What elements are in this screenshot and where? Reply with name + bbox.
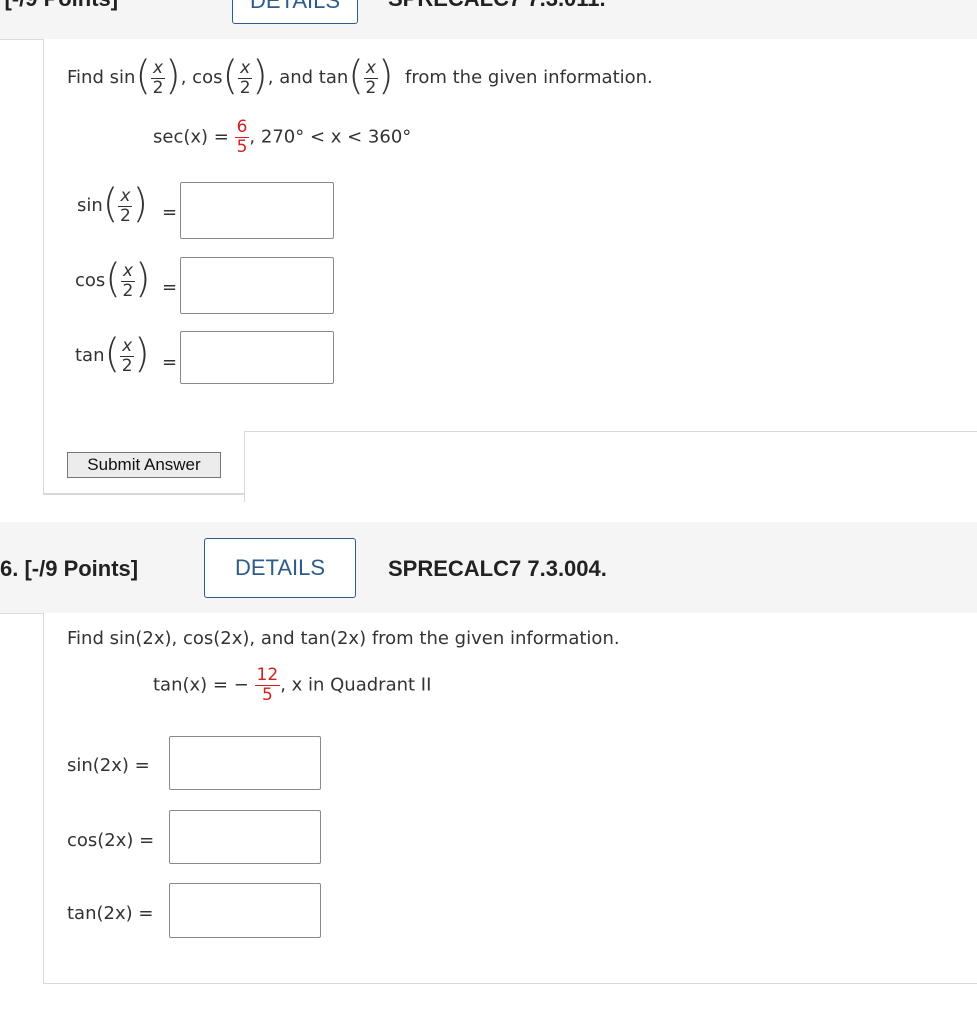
frac-den: 2	[120, 205, 131, 226]
prompt-find: Find	[67, 67, 104, 88]
question-5-given: sec(x) = 65, 270° < x < 360°	[153, 119, 411, 156]
cos-half-x-input[interactable]	[180, 257, 334, 314]
panel-bottom-edge	[43, 493, 245, 494]
answer-label-sin-2x: sin(2x) =	[67, 755, 150, 776]
equals-sign: =	[162, 277, 178, 298]
frac-den: 2	[152, 77, 164, 98]
answer-label-tan: tan(x 2)	[75, 331, 150, 377]
given-rest: , 270° < x < 360°	[249, 126, 412, 148]
answer-label-sin: sin(x 2)	[77, 181, 149, 227]
tan-half-x-input[interactable]	[180, 331, 334, 384]
cos-2x-input[interactable]	[169, 810, 321, 864]
details-button-label: DETAILS	[249, 0, 341, 13]
question-6-given: tan(x) = − 12 5 , x in Quadrant II	[153, 667, 431, 704]
sin-half-x-input[interactable]	[180, 182, 334, 239]
details-button[interactable]: DETAILS	[204, 538, 356, 598]
equals-sign: =	[162, 202, 178, 223]
fn-name: cos	[75, 270, 106, 291]
details-button[interactable]: DETAILS	[232, 0, 358, 24]
given-rest: , x in Quadrant II	[280, 674, 432, 696]
given-num: 12	[254, 665, 281, 686]
frac-num: x	[118, 185, 133, 207]
question-reference: SPRECALC7 7.3.011.	[388, 0, 606, 12]
question-number: 5. [-/9 Points]	[0, 0, 118, 12]
question-number: 6. [-/9 Points]	[0, 556, 139, 581]
answer-label-tan-2x: tan(2x) =	[67, 903, 154, 924]
prompt-cos: cos	[192, 67, 223, 88]
question-reference: SPRECALC7 7.3.004.	[388, 556, 607, 581]
given-num: 6	[234, 117, 250, 138]
answer-label-cos: cos(x 2)	[75, 256, 151, 302]
prompt-suffix: from the given information.	[405, 67, 653, 88]
question-6-header: 6. [-/9 Points] DETAILS SPRECALC7 7.3.00…	[0, 522, 977, 614]
question-5-prompt: Find sin(x 2), cos(x 2), and tan(x 2) from …	[67, 53, 653, 99]
frac-den: 2	[122, 280, 134, 301]
answer-label-cos-2x: cos(2x) =	[67, 830, 155, 851]
question-5-header: 5. [-/9 Points] DETAILS SPRECALC7 7.3.01…	[0, 0, 977, 40]
given-den: 5	[236, 137, 248, 157]
details-button-label: DETAILS	[234, 555, 326, 580]
fn-name: sin	[77, 195, 103, 216]
frac-num: x	[151, 57, 166, 79]
given-lhs: sec(x) =	[153, 126, 229, 148]
sin-2x-input[interactable]	[169, 736, 321, 790]
frac-num: x	[120, 260, 135, 282]
prompt-comma: ,	[180, 67, 187, 88]
frac-num: x	[238, 57, 253, 79]
given-lhs: tan(x) = −	[153, 674, 249, 696]
fn-name: tan	[75, 345, 105, 366]
frac-num: x	[363, 57, 378, 79]
question-6-prompt: Find sin(2x), cos(2x), and tan(2x) from …	[67, 628, 620, 649]
prompt-and-tan: , and tan	[267, 67, 349, 88]
panel-step	[244, 431, 977, 502]
frac-den: 2	[239, 77, 251, 98]
frac-num: x	[120, 335, 135, 357]
prompt-sin: sin	[109, 67, 136, 88]
frac-den: 2	[121, 355, 133, 376]
equals-sign: =	[162, 352, 178, 373]
submit-answer-button[interactable]: Submit Answer	[67, 452, 221, 478]
given-den: 5	[261, 685, 273, 705]
tan-2x-input[interactable]	[169, 883, 321, 938]
frac-den: 2	[365, 77, 377, 98]
